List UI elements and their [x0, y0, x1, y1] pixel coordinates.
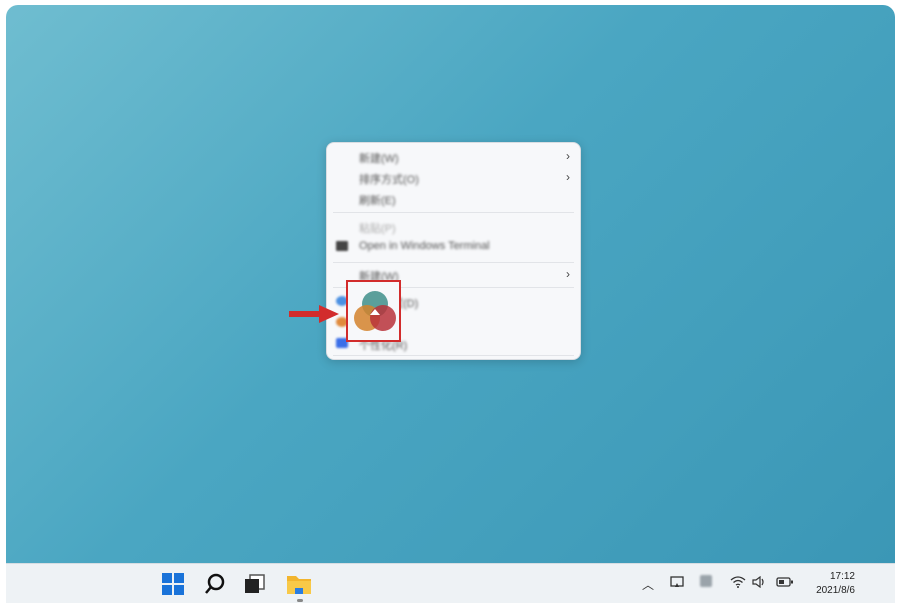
menu-item-view[interactable]: 新建(W) ›	[327, 147, 580, 167]
terminal-icon	[336, 241, 348, 251]
menu-item-label: 新建(W)	[359, 153, 399, 165]
menu-item-label: Open in Windows Terminal	[359, 240, 490, 252]
folder-icon	[287, 575, 311, 594]
chevron-right-icon: ›	[566, 170, 570, 184]
menu-separator	[333, 212, 574, 213]
wifi-icon[interactable]	[730, 576, 746, 591]
task-view-icon	[245, 573, 265, 593]
chevron-right-icon: ›	[566, 149, 570, 163]
cast-icon[interactable]	[670, 576, 684, 591]
windows-logo-icon	[162, 572, 184, 595]
search-icon	[205, 573, 225, 594]
battery-icon[interactable]	[776, 576, 794, 591]
file-explorer-button[interactable]	[282, 564, 316, 603]
color-circles-icon	[354, 291, 396, 331]
chevron-up-icon[interactable]: ︿	[642, 576, 654, 593]
menu-separator	[333, 355, 574, 356]
menu-separator	[333, 262, 574, 263]
volume-icon[interactable]	[752, 575, 768, 591]
start-button[interactable]	[158, 564, 188, 603]
clock[interactable]: 17:12 2021/8/6	[816, 570, 855, 598]
menu-item-label: 刷新(E)	[359, 195, 396, 207]
menu-item-label: 粘贴(P)	[359, 223, 396, 235]
task-view-button[interactable]	[240, 564, 270, 603]
menu-item-open-terminal[interactable]: Open in Windows Terminal	[327, 237, 580, 257]
menu-item-label: 排序方式(O)	[359, 174, 419, 186]
menu-item-paste: 粘贴(P)	[327, 217, 580, 237]
taskbar: ︿ 17:12 2021/8/6	[6, 563, 895, 603]
highlighted-graphics-icon-box[interactable]	[346, 280, 401, 342]
red-arrow-icon	[289, 305, 339, 323]
search-button[interactable]	[200, 564, 230, 603]
menu-item-refresh[interactable]: 刷新(E)	[327, 189, 580, 209]
chevron-right-icon: ›	[566, 267, 570, 281]
menu-item-sort[interactable]: 排序方式(O) ›	[327, 168, 580, 188]
app-tray-icon[interactable]	[700, 575, 712, 587]
clock-date: 2021/8/6	[816, 585, 855, 596]
clock-time: 17:12	[829, 571, 855, 582]
